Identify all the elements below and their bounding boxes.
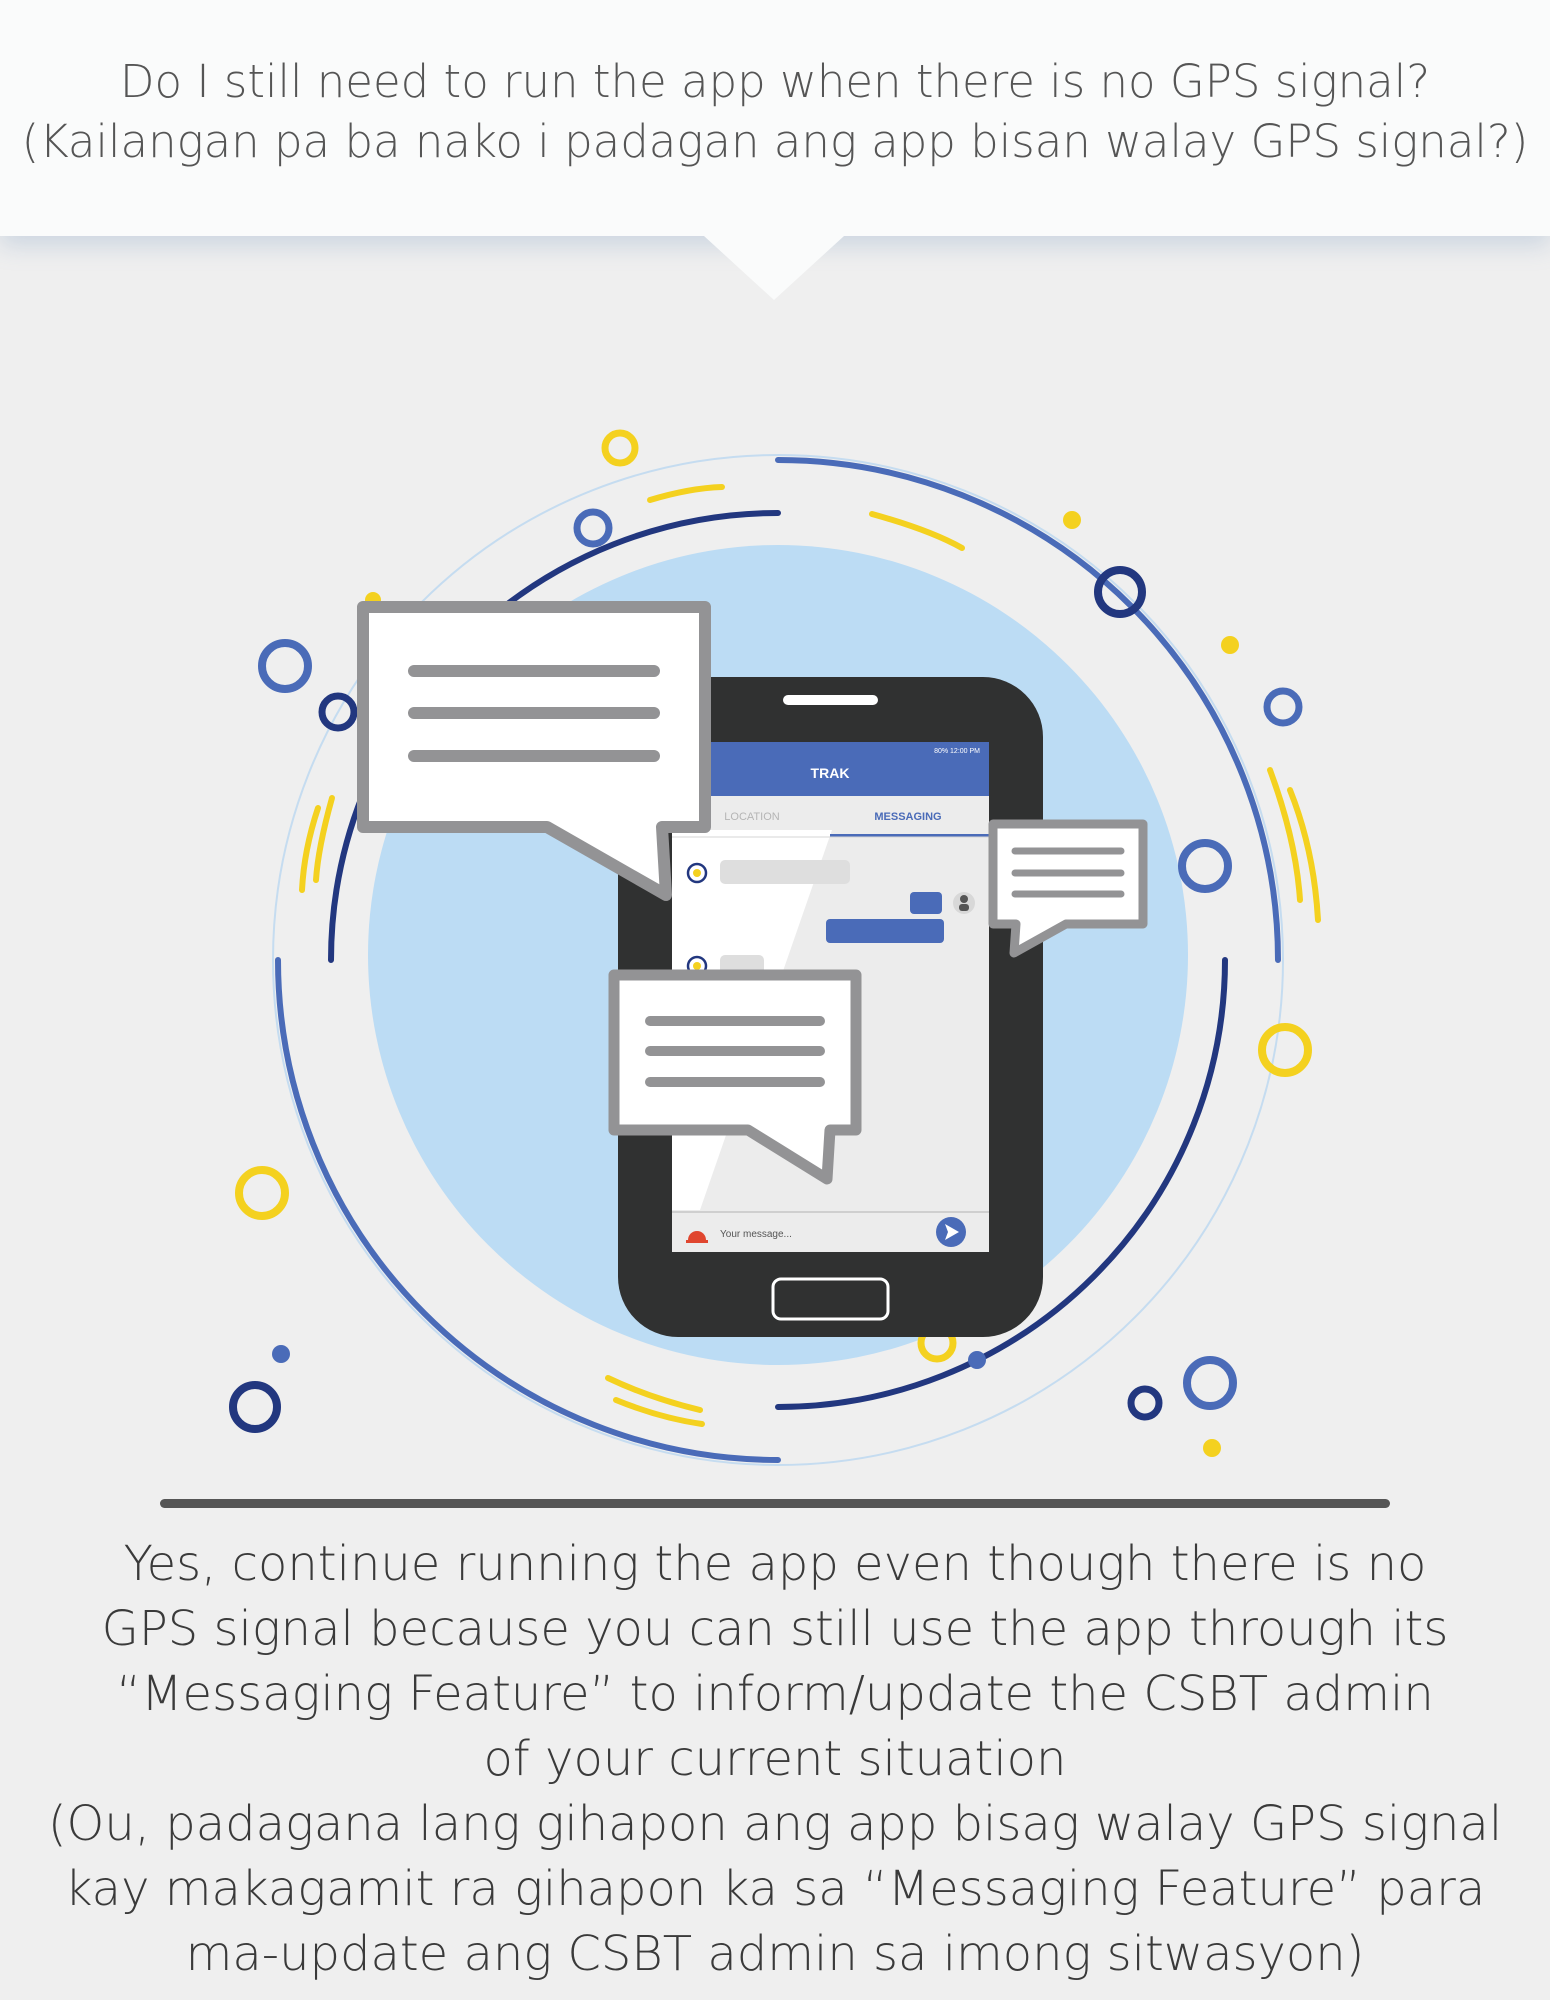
answer-line: (Ou, padagana lang gihapon ang app bisag…	[47, 1796, 1503, 1852]
answer-line: “Messaging Feature” to inform/update the…	[116, 1666, 1434, 1722]
app-title: TRAK	[811, 765, 850, 781]
messaging-illustration: 80% 12:00 PM TRAK LOCATION MESSAGING You…	[229, 429, 1321, 1466]
question-line-english: Do I still need to run the app when ther…	[119, 55, 1431, 108]
question-banner: Do I still need to run the app when ther…	[0, 0, 1550, 236]
answer-line: Yes, continue running the app even thoug…	[123, 1536, 1427, 1592]
answer-line: GPS signal because you can still use the…	[101, 1601, 1449, 1657]
section-divider	[160, 1499, 1390, 1508]
message-input-placeholder[interactable]: Your message...	[720, 1229, 792, 1240]
tab-messaging[interactable]: MESSAGING	[874, 811, 941, 823]
question-text: Do I still need to run the app when ther…	[0, 52, 1550, 172]
answer-text: Yes, continue running the app even thoug…	[0, 1532, 1550, 1987]
status-bar-text: 80% 12:00 PM	[934, 748, 980, 755]
answer-line: ma-update ang CSBT admin sa imong sitwas…	[185, 1926, 1365, 1982]
answer-line: of your current situation	[483, 1731, 1067, 1787]
question-line-cebuano: (Kailangan pa ba nako i padagan ang app …	[21, 115, 1529, 168]
answer-line: kay makagamit ra gihapon ka sa “Messagin…	[64, 1861, 1486, 1917]
tab-location[interactable]: LOCATION	[724, 811, 779, 823]
